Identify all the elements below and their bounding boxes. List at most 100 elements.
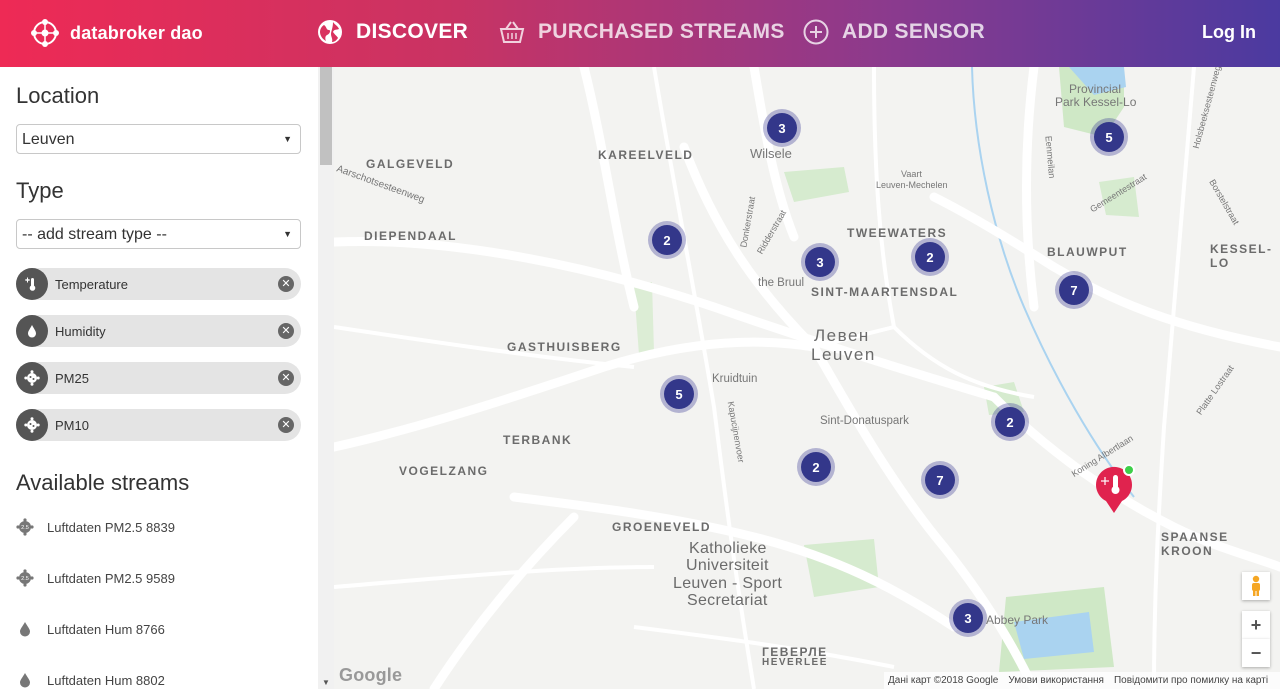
map-cluster[interactable]: 3 [949,599,987,637]
stream-type-select[interactable]: -- add stream type -- ▼ [16,219,301,249]
university-label: Leuven - Sport [673,575,783,592]
nav-purchased-streams[interactable]: PURCHASED STREAMS [498,18,785,46]
filter-sidebar: Location Leuven ▼ Type -- add stream typ… [0,67,318,689]
map-cluster[interactable]: 5 [1090,118,1128,156]
cluster-count: 7 [925,465,955,495]
stream-item[interactable]: 2.5 Luftdaten PM2.5 9589 [16,569,175,587]
stream-item[interactable]: Luftdaten Hum 8802 [16,671,165,689]
map-cluster[interactable]: 7 [921,461,959,499]
particle-icon [16,362,48,394]
chip-label: PM10 [55,417,89,433]
top-navbar: databroker dao DISCOVER PURCHASED STREAM… [0,0,1280,67]
nav-add-sensor[interactable]: ADD SENSOR [802,18,985,46]
remove-chip-icon[interactable]: ✕ [278,417,294,433]
cluster-count: 7 [1059,275,1089,305]
cluster-count: 2 [915,242,945,272]
nav-discover[interactable]: DISCOVER [316,18,468,46]
cluster-count: 2 [652,225,682,255]
pm25-icon: 2.5 [16,569,34,587]
cluster-count: 2 [801,452,831,482]
map-cluster[interactable]: 3 [801,243,839,281]
map-cluster[interactable]: 2 [648,221,686,259]
map-cluster[interactable]: 2 [911,238,949,276]
map-area-label: SINT-MAARTENSDAL [811,285,959,299]
cluster-count: 3 [953,603,983,633]
zoom-out-button[interactable]: − [1242,639,1270,667]
place-label: Wilsele [750,146,792,161]
droplet-icon [20,673,30,688]
map-area-label: SPAANSE KROON [1161,530,1229,558]
city-label-nl: Leuven [811,345,876,364]
particle-icon [16,409,48,441]
location-select[interactable]: Leuven ▼ [16,124,301,154]
place-label: Vaart [901,169,922,179]
stream-label: Luftdaten PM2.5 9589 [47,570,175,586]
plus-circle-icon [803,19,829,45]
place-label: Abbey Park [986,613,1049,627]
sidebar-scrollbar[interactable]: ▼ [318,67,334,689]
chip-label: PM25 [55,370,89,386]
cluster-count: 3 [767,113,797,143]
caret-down-icon: ▼ [283,229,292,239]
stream-label: Luftdaten Hum 8802 [47,672,165,688]
map-attribution-bar: Дані карт ©2018 Google Умови використанн… [884,672,1280,689]
chip-label: Humidity [55,323,106,339]
place-label: Leuven-Mechelen [876,180,948,190]
stream-label: Luftdaten PM2.5 8839 [47,519,175,535]
globe-icon [318,20,342,44]
filter-chip-humidity: Humidity ✕ [16,315,301,347]
map-cluster[interactable]: 7 [1055,271,1093,309]
scrollbar-thumb[interactable] [320,67,332,165]
place-label: Provincial [1069,82,1122,96]
thermometer-icon [16,268,48,300]
cluster-count: 3 [805,247,835,277]
university-label: Katholieke [689,540,767,557]
map-cluster[interactable]: 2 [991,403,1029,441]
map-area-label: KESSEL-LO [1210,242,1273,270]
network-logo-icon [31,19,59,47]
place-label: Sint-Donatuspark [820,415,909,427]
caret-down-icon: ▼ [283,134,292,144]
map-view[interactable]: GALGEVELD KAREELVELD DIEPENDAAL TWEEWATE… [334,67,1280,689]
stream-type-placeholder: -- add stream type -- [22,226,167,243]
brand-logo[interactable]: databroker dao [28,16,203,50]
filter-chip-pm10: PM10 ✕ [16,409,301,441]
remove-chip-icon[interactable]: ✕ [278,323,294,339]
map-area-label: KAREELVELD [598,148,694,162]
nav-discover-label: DISCOVER [356,20,469,43]
map-cluster[interactable]: 3 [763,109,801,147]
university-label: Secretariat [687,592,768,609]
map-area-label: GASTHUISBERG [507,340,622,354]
zoom-in-button[interactable]: + [1242,611,1270,639]
map-data-attribution: Дані карт ©2018 Google [888,675,999,686]
sensor-status-dot [1123,464,1135,476]
place-label: Park Kessel-Lo [1055,95,1137,109]
remove-chip-icon[interactable]: ✕ [278,276,294,292]
stream-item[interactable]: 2.5 Luftdaten PM2.5 8839 [16,518,175,536]
brand-name: databroker dao [70,22,203,43]
remove-chip-icon[interactable]: ✕ [278,370,294,386]
street-view-pegman-icon[interactable] [1242,572,1270,600]
login-link[interactable]: Log In [1202,22,1256,43]
cluster-count: 2 [995,407,1025,437]
scroll-down-icon[interactable]: ▼ [322,678,330,687]
terms-link[interactable]: Умови використання [1008,675,1104,686]
report-error-link[interactable]: Повідомити про помилку на карті [1114,675,1268,686]
map-area-label: BLAUWPUT [1047,245,1128,259]
svg-text:2.5: 2.5 [21,525,29,531]
cluster-count: 5 [1094,122,1124,152]
map-cluster[interactable]: 2 [797,448,835,486]
available-streams-title: Available streams [16,470,190,495]
map-area-label: DIEPENDAAL [364,229,458,243]
map-area-label: VOGELZANG [399,464,489,478]
cluster-count: 5 [664,379,694,409]
google-logo: Google [339,665,403,685]
stream-item[interactable]: Luftdaten Hum 8766 [16,620,165,638]
map-cluster[interactable]: 5 [660,375,698,413]
university-label: Universiteit [686,557,769,574]
city-label-ru: Левен [814,326,870,345]
droplet-icon [20,622,30,637]
filter-chip-pm25: PM25 ✕ [16,362,301,394]
type-title: Type [16,178,64,203]
map-roads [334,67,1280,689]
